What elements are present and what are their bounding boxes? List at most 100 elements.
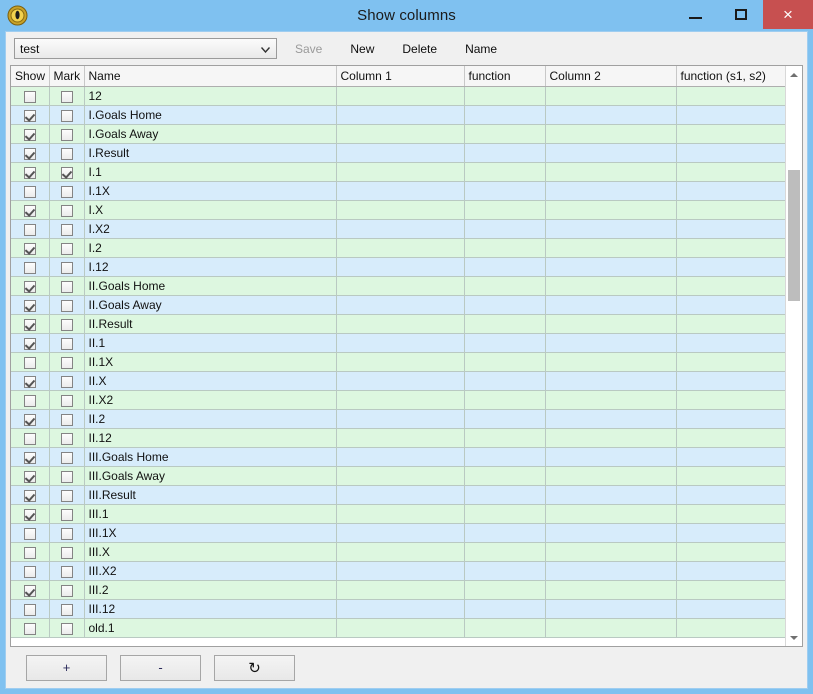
show-checkbox[interactable] <box>23 527 36 540</box>
add-row-button[interactable]: + <box>26 654 107 681</box>
mark-checkbox[interactable] <box>60 337 73 350</box>
cell-name[interactable]: II.1 <box>84 333 337 353</box>
table-row[interactable]: I.1X <box>11 181 785 201</box>
table-row[interactable]: III.Goals Away <box>11 466 785 486</box>
mark-checkbox[interactable] <box>60 128 73 141</box>
cell-column1[interactable] <box>336 523 465 543</box>
cell-function[interactable] <box>464 86 546 106</box>
scroll-down-icon[interactable] <box>786 629 802 646</box>
show-checkbox[interactable] <box>23 242 36 255</box>
cell-column1[interactable] <box>336 561 465 581</box>
mark-checkbox[interactable] <box>60 413 73 426</box>
show-checkbox[interactable] <box>23 565 36 578</box>
cell-function[interactable] <box>464 314 546 334</box>
cell-name[interactable]: I.Goals Home <box>84 105 337 125</box>
table-row[interactable]: II.1 <box>11 333 785 353</box>
mark-checkbox[interactable] <box>60 166 73 179</box>
cell-function[interactable] <box>464 428 546 448</box>
mark-checkbox-cell[interactable] <box>49 200 85 220</box>
cell-function[interactable] <box>464 618 546 638</box>
minimize-button[interactable] <box>673 0 718 29</box>
cell-column2[interactable] <box>545 295 677 315</box>
cell-function_s1_s2[interactable] <box>676 105 785 125</box>
cell-column2[interactable] <box>545 542 677 562</box>
cell-function_s1_s2[interactable] <box>676 295 785 315</box>
cell-column1[interactable] <box>336 333 465 353</box>
mark-checkbox-cell[interactable] <box>49 371 85 391</box>
table-row[interactable]: III.Goals Home <box>11 447 785 467</box>
show-checkbox-cell[interactable] <box>11 542 50 562</box>
cell-function[interactable] <box>464 352 546 372</box>
show-checkbox-cell[interactable] <box>11 143 50 163</box>
cell-name[interactable]: III.Goals Away <box>84 466 337 486</box>
cell-function[interactable] <box>464 371 546 391</box>
cell-column2[interactable] <box>545 314 677 334</box>
table-row[interactable]: II.X2 <box>11 390 785 410</box>
cell-function[interactable] <box>464 466 546 486</box>
cell-function_s1_s2[interactable] <box>676 561 785 581</box>
cell-function_s1_s2[interactable] <box>676 314 785 334</box>
cell-column2[interactable] <box>545 162 677 182</box>
cell-name[interactable]: III.X2 <box>84 561 337 581</box>
cell-name[interactable]: III.2 <box>84 580 337 600</box>
cell-column2[interactable] <box>545 618 677 638</box>
show-checkbox-cell[interactable] <box>11 371 50 391</box>
cell-function[interactable] <box>464 219 546 239</box>
cell-column1[interactable] <box>336 485 465 505</box>
cell-function_s1_s2[interactable] <box>676 580 785 600</box>
cell-column1[interactable] <box>336 86 465 106</box>
show-checkbox-cell[interactable] <box>11 124 50 144</box>
show-checkbox-cell[interactable] <box>11 333 50 353</box>
cell-column1[interactable] <box>336 105 465 125</box>
cell-column2[interactable] <box>545 447 677 467</box>
cell-function[interactable] <box>464 333 546 353</box>
cell-column2[interactable] <box>545 276 677 296</box>
show-checkbox[interactable] <box>23 356 36 369</box>
cell-name[interactable]: III.12 <box>84 599 337 619</box>
cell-function_s1_s2[interactable] <box>676 485 785 505</box>
cell-column2[interactable] <box>545 257 677 277</box>
cell-function[interactable] <box>464 200 546 220</box>
show-checkbox-cell[interactable] <box>11 314 50 334</box>
mark-checkbox-cell[interactable] <box>49 257 85 277</box>
mark-checkbox[interactable] <box>60 204 73 217</box>
cell-column2[interactable] <box>545 466 677 486</box>
mark-checkbox-cell[interactable] <box>49 105 85 125</box>
cell-name[interactable]: II.2 <box>84 409 337 429</box>
table-row[interactable]: III.X <box>11 542 785 562</box>
cell-name[interactable]: 12 <box>84 86 337 106</box>
mark-checkbox-cell[interactable] <box>49 542 85 562</box>
mark-checkbox[interactable] <box>60 223 73 236</box>
cell-column1[interactable] <box>336 314 465 334</box>
mark-checkbox-cell[interactable] <box>49 124 85 144</box>
cell-column1[interactable] <box>336 200 465 220</box>
show-checkbox[interactable] <box>23 204 36 217</box>
show-checkbox[interactable] <box>23 280 36 293</box>
show-checkbox[interactable] <box>23 147 36 160</box>
mark-checkbox[interactable] <box>60 546 73 559</box>
cell-column1[interactable] <box>336 124 465 144</box>
cell-function[interactable] <box>464 295 546 315</box>
show-checkbox-cell[interactable] <box>11 86 50 106</box>
cell-column1[interactable] <box>336 466 465 486</box>
mark-checkbox-cell[interactable] <box>49 143 85 163</box>
show-checkbox[interactable] <box>23 166 36 179</box>
cell-column2[interactable] <box>545 599 677 619</box>
cell-column1[interactable] <box>336 162 465 182</box>
mark-checkbox-cell[interactable] <box>49 618 85 638</box>
cell-column2[interactable] <box>545 390 677 410</box>
show-checkbox-cell[interactable] <box>11 485 50 505</box>
cell-function_s1_s2[interactable] <box>676 86 785 106</box>
table-row[interactable]: I.X2 <box>11 219 785 239</box>
cell-column2[interactable] <box>545 580 677 600</box>
cell-function_s1_s2[interactable] <box>676 257 785 277</box>
cell-column1[interactable] <box>336 504 465 524</box>
cell-column1[interactable] <box>336 257 465 277</box>
table-row[interactable]: II.X <box>11 371 785 391</box>
cell-column1[interactable] <box>336 409 465 429</box>
cell-function[interactable] <box>464 485 546 505</box>
cell-function[interactable] <box>464 162 546 182</box>
show-checkbox-cell[interactable] <box>11 352 50 372</box>
cell-name[interactable]: I.2 <box>84 238 337 258</box>
show-checkbox-cell[interactable] <box>11 561 50 581</box>
